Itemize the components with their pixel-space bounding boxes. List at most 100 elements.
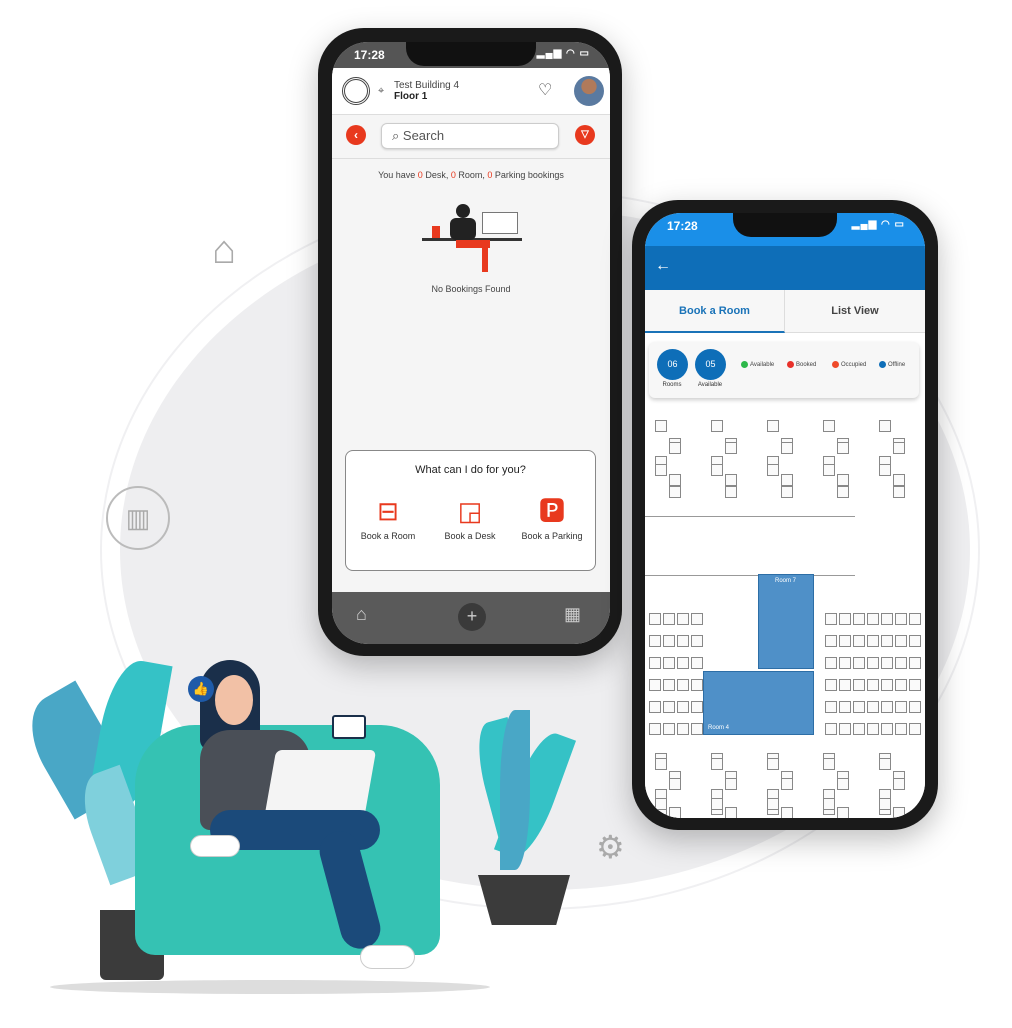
desk[interactable] — [881, 613, 893, 625]
desk[interactable] — [711, 798, 723, 810]
desk[interactable] — [663, 679, 675, 691]
tab-book-room[interactable]: Book a Room — [645, 290, 785, 333]
desk[interactable] — [649, 613, 661, 625]
desk[interactable] — [853, 657, 865, 669]
desk[interactable] — [839, 723, 851, 735]
desk[interactable] — [663, 701, 675, 713]
desk[interactable] — [909, 701, 921, 713]
desk[interactable] — [691, 701, 703, 713]
desk[interactable] — [895, 657, 907, 669]
desk[interactable] — [881, 679, 893, 691]
desk[interactable] — [853, 635, 865, 647]
desk[interactable] — [823, 420, 835, 432]
desk[interactable] — [853, 613, 865, 625]
desk[interactable] — [867, 635, 879, 647]
desk[interactable] — [881, 723, 893, 735]
desk[interactable] — [879, 798, 891, 810]
desk[interactable] — [909, 657, 921, 669]
desk[interactable] — [691, 723, 703, 735]
desk[interactable] — [655, 420, 667, 432]
calendar-icon[interactable]: ▦ — [564, 604, 581, 625]
desk[interactable] — [825, 679, 837, 691]
desk[interactable] — [895, 701, 907, 713]
desk[interactable] — [881, 657, 893, 669]
room-4[interactable]: Room 4 — [703, 671, 814, 735]
desk[interactable] — [881, 635, 893, 647]
desk[interactable] — [725, 486, 737, 498]
desk[interactable] — [649, 635, 661, 647]
location-selector[interactable]: Test Building 4 Floor 1 — [394, 80, 459, 102]
desk[interactable] — [895, 679, 907, 691]
desk[interactable] — [853, 723, 865, 735]
desk[interactable] — [895, 635, 907, 647]
desk[interactable] — [781, 474, 793, 486]
desk[interactable] — [663, 723, 675, 735]
desk[interactable] — [663, 613, 675, 625]
desk[interactable] — [839, 635, 851, 647]
desk[interactable] — [893, 486, 905, 498]
desk[interactable] — [725, 474, 737, 486]
desk[interactable] — [725, 807, 737, 818]
desk[interactable] — [893, 807, 905, 818]
desk[interactable] — [839, 613, 851, 625]
desk[interactable] — [677, 657, 689, 669]
desk[interactable] — [669, 442, 681, 454]
desk[interactable] — [669, 486, 681, 498]
desk[interactable] — [669, 807, 681, 818]
desk[interactable] — [781, 442, 793, 454]
desk[interactable] — [837, 778, 849, 790]
desk[interactable] — [867, 723, 879, 735]
desk[interactable] — [823, 464, 835, 476]
desk[interactable] — [781, 486, 793, 498]
favorite-heart-icon[interactable]: ♡ — [538, 80, 552, 100]
book-room-option[interactable]: ⊟ Book a Room — [348, 491, 428, 541]
desk[interactable] — [879, 758, 891, 770]
desk[interactable] — [655, 758, 667, 770]
desk[interactable] — [837, 442, 849, 454]
desk[interactable] — [825, 723, 837, 735]
desk[interactable] — [837, 474, 849, 486]
desk[interactable] — [781, 778, 793, 790]
desk[interactable] — [825, 657, 837, 669]
desk[interactable] — [677, 679, 689, 691]
avatar[interactable] — [574, 76, 604, 106]
desk[interactable] — [881, 701, 893, 713]
desk[interactable] — [711, 420, 723, 432]
desk[interactable] — [711, 464, 723, 476]
room-7[interactable]: Room 7 — [758, 574, 814, 669]
desk[interactable] — [677, 723, 689, 735]
desk[interactable] — [649, 657, 661, 669]
desk[interactable] — [691, 657, 703, 669]
desk[interactable] — [909, 723, 921, 735]
home-icon[interactable]: ⌂ — [356, 604, 367, 625]
desk[interactable] — [649, 723, 661, 735]
desk[interactable] — [655, 798, 667, 810]
desk[interactable] — [867, 679, 879, 691]
desk[interactable] — [839, 657, 851, 669]
desk[interactable] — [781, 807, 793, 818]
desk[interactable] — [839, 701, 851, 713]
desk[interactable] — [691, 679, 703, 691]
desk[interactable] — [893, 442, 905, 454]
desk[interactable] — [725, 442, 737, 454]
floor-plan[interactable]: Room 7 Room 4 — [645, 408, 925, 818]
desk[interactable] — [767, 420, 779, 432]
desk[interactable] — [895, 613, 907, 625]
desk[interactable] — [909, 613, 921, 625]
add-button[interactable]: + — [458, 603, 486, 631]
desk[interactable] — [853, 701, 865, 713]
desk[interactable] — [825, 613, 837, 625]
desk[interactable] — [711, 758, 723, 770]
book-parking-option[interactable]: 🅿 Book a Parking — [512, 491, 592, 541]
desk[interactable] — [767, 464, 779, 476]
desk[interactable] — [867, 613, 879, 625]
desk[interactable] — [691, 613, 703, 625]
book-desk-option[interactable]: ◲ Book a Desk — [430, 491, 510, 541]
desk[interactable] — [867, 657, 879, 669]
desk[interactable] — [655, 464, 667, 476]
search-input[interactable]: ⌕ Search — [381, 123, 559, 149]
back-arrow-icon[interactable]: ← — [655, 257, 671, 275]
desk[interactable] — [767, 798, 779, 810]
desk[interactable] — [725, 778, 737, 790]
filter-button[interactable]: ▽ — [575, 125, 595, 145]
